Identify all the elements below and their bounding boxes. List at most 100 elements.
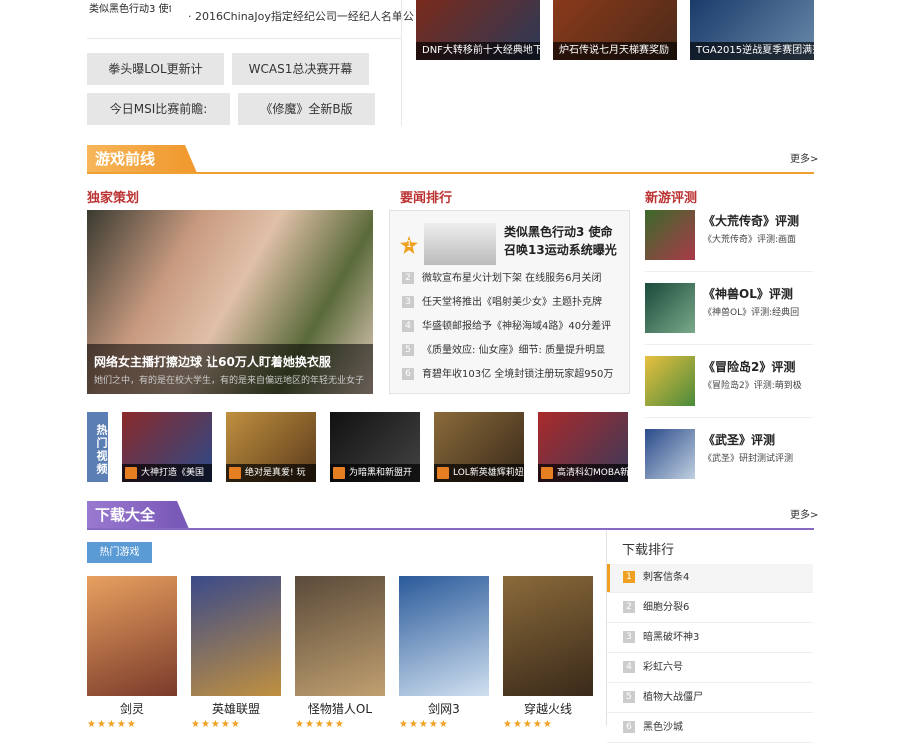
rank-number: 4 bbox=[402, 320, 414, 332]
video-thumb[interactable]: 高清科幻MOBA新 bbox=[538, 412, 628, 482]
video-caption: LOL新英雄辉莉妞 bbox=[453, 468, 524, 478]
game-name: 剑网3 bbox=[428, 702, 460, 716]
review-item[interactable]: 《武圣》评测 《武圣》研封测试评测 bbox=[645, 429, 813, 489]
list-item[interactable]: 5 植物大战僵尸 bbox=[607, 683, 813, 713]
rating-stars-icon: ★★★★★ bbox=[295, 719, 345, 730]
rank-number: 5 bbox=[623, 691, 635, 703]
top-thumb[interactable]: 类似黑色行动3 使命 bbox=[87, 0, 171, 20]
video-thumb[interactable]: 为暗黑和新盟开 bbox=[330, 412, 420, 482]
rank-number: 2 bbox=[623, 601, 635, 613]
bullet-news-link[interactable]: · 2016ChinaJoy指定经纪公司一经纪人名单公 bbox=[188, 8, 414, 24]
video-caption: 大神打造《美国 bbox=[141, 468, 205, 478]
news-rank-box: 1 类似黑色行动3 使命召唤13运动系统曝光 2 微软宣布星火计划下架 在线服务6… bbox=[389, 210, 630, 394]
divider bbox=[645, 271, 813, 272]
review-title: 《武圣》评测 bbox=[703, 433, 776, 447]
section-underline bbox=[87, 172, 814, 174]
banner-caption: DNF大转移前十大经典地下 bbox=[416, 42, 540, 60]
play-icon bbox=[333, 467, 345, 479]
download-link: 植物大战僵尸 bbox=[643, 692, 703, 703]
more-link[interactable]: 更多> bbox=[790, 506, 818, 521]
banner-image[interactable]: DNF大转移前十大经典地下 bbox=[416, 0, 540, 60]
video-thumb[interactable]: 大神打造《美国 bbox=[122, 412, 212, 482]
review-thumb bbox=[645, 356, 695, 406]
game-cover bbox=[191, 576, 281, 696]
section-title-bar: 游戏前线 bbox=[87, 145, 185, 173]
rating-stars-icon: ★★★★★ bbox=[87, 719, 137, 730]
tag-button[interactable]: 《修魔》全新B版 bbox=[238, 93, 375, 125]
tag-button[interactable]: WCAS1总决赛开幕 bbox=[232, 53, 369, 85]
download-link: 彩虹六号 bbox=[643, 662, 683, 673]
list-item[interactable]: 4 华盛顿邮报给予《神秘海域4路》40分差评 bbox=[402, 315, 627, 339]
list-item[interactable]: 5 《质量效应: 仙女座》细节: 质量提升明显 bbox=[402, 339, 627, 363]
banner-image[interactable]: TGA2015逆战夏季赛团满落 bbox=[690, 0, 814, 60]
new-review-label: 新游评测 bbox=[645, 191, 698, 206]
list-item[interactable]: 1 刺客信条4 bbox=[607, 563, 813, 593]
rating-stars-icon: ★★★★★ bbox=[503, 719, 553, 730]
banner-image[interactable]: 炉石传说七月天梯赛奖励 bbox=[553, 0, 677, 60]
tag-button[interactable]: 今日MSI比赛前瞻: bbox=[87, 93, 230, 125]
news-link: 微软宣布星火计划下架 在线服务6月关闭 bbox=[422, 273, 602, 284]
list-item[interactable]: 4 彩虹六号 bbox=[607, 653, 813, 683]
divider bbox=[645, 344, 813, 345]
download-rank-label: 下载排行 bbox=[622, 543, 675, 558]
rank-number: 6 bbox=[402, 368, 414, 380]
game-name: 剑灵 bbox=[119, 702, 144, 716]
news-top-title[interactable]: 类似黑色行动3 使命召唤13运动系统曝光 bbox=[504, 223, 624, 259]
game-card[interactable]: 剑网3 ★★★★★ bbox=[399, 576, 489, 730]
review-desc: 《冒险岛2》评测:萌到极 bbox=[703, 381, 802, 391]
game-card[interactable]: 穿越火线 ★★★★★ bbox=[503, 576, 593, 730]
more-link[interactable]: 更多> bbox=[790, 150, 818, 165]
news-link: 任天堂将推出《唱射美少女》主题扑克牌 bbox=[422, 297, 602, 308]
review-title: 《大荒传奇》评测 bbox=[703, 214, 800, 228]
review-item[interactable]: 《大荒传奇》评测 《大荒传奇》评测:画面 bbox=[645, 210, 813, 270]
title-decoration bbox=[185, 145, 197, 173]
tab-hot-games[interactable]: 热门游戏 bbox=[87, 542, 152, 563]
list-item[interactable]: 2 微软宣布星火计划下架 在线服务6月关闭 bbox=[402, 267, 627, 291]
divider bbox=[645, 417, 813, 418]
list-item[interactable]: 6 黑色沙城 bbox=[607, 713, 813, 743]
download-link: 黑色沙城 bbox=[643, 722, 683, 733]
review-desc: 《大荒传奇》评测:画面 bbox=[703, 235, 797, 245]
news-thumb[interactable] bbox=[424, 223, 496, 265]
video-thumb[interactable]: LOL新英雄辉莉妞 bbox=[434, 412, 524, 482]
news-rank-label: 要闻排行 bbox=[400, 191, 453, 206]
title-decoration bbox=[177, 501, 189, 529]
review-item[interactable]: 《冒险岛2》评测 《冒险岛2》评测:萌到极 bbox=[645, 356, 813, 416]
play-icon bbox=[437, 467, 449, 479]
review-item[interactable]: 《神兽OL》评测 《神兽OL》评测:经典回 bbox=[645, 283, 813, 343]
play-icon bbox=[125, 467, 137, 479]
list-item[interactable]: 3 暗黑破坏神3 bbox=[607, 623, 813, 653]
video-caption: 高清科幻MOBA新 bbox=[557, 468, 628, 478]
game-card[interactable]: 怪物猎人OL ★★★★★ bbox=[295, 576, 385, 730]
game-name: 怪物猎人OL bbox=[307, 702, 373, 716]
section-title-bar: 下载大全 bbox=[87, 501, 177, 529]
list-item[interactable]: 3 任天堂将推出《唱射美少女》主题扑克牌 bbox=[402, 291, 627, 315]
game-name: 穿越火线 bbox=[523, 702, 572, 716]
rank-number: 4 bbox=[623, 661, 635, 673]
section-underline bbox=[87, 528, 814, 530]
banner-caption: TGA2015逆战夏季赛团满落 bbox=[690, 42, 814, 60]
divider bbox=[401, 0, 402, 126]
list-item[interactable]: 2 细胞分裂6 bbox=[607, 593, 813, 623]
download-link: 细胞分裂6 bbox=[643, 602, 690, 613]
game-name: 英雄联盟 bbox=[211, 702, 260, 716]
play-icon bbox=[541, 467, 553, 479]
game-card[interactable]: 剑灵 ★★★★★ bbox=[87, 576, 177, 730]
list-item[interactable]: 6 育碧年收103亿 全境封锁注册玩家超950万 bbox=[402, 363, 627, 387]
section-title: 游戏前线 bbox=[95, 150, 156, 168]
rank-number: 6 bbox=[623, 721, 635, 733]
news-link: 华盛顿邮报给予《神秘海域4路》40分差评 bbox=[422, 321, 612, 332]
section-title: 下载大全 bbox=[95, 506, 156, 524]
review-title: 《冒险岛2》评测 bbox=[703, 360, 796, 374]
divider bbox=[87, 38, 401, 39]
exclusive-label: 独家策划 bbox=[87, 191, 140, 206]
exclusive-feature-image[interactable]: 网络女主播打擦边球 让60万人盯着她换衣服 她们之中，有的是在校大学生，有的是来… bbox=[87, 210, 373, 394]
exclusive-summary: 她们之中，有的是在校大学生，有的是来自偏远地区的年轻无业女子 bbox=[94, 376, 365, 386]
top-thumb-caption: 类似黑色行动3 使命 bbox=[87, 0, 171, 20]
video-thumb[interactable]: 绝对是真爱! 玩 bbox=[226, 412, 316, 482]
review-desc: 《武圣》研封测试评测 bbox=[703, 454, 794, 464]
tag-button[interactable]: 拳头曝LOL更新计 bbox=[87, 53, 224, 85]
game-card[interactable]: 英雄联盟 ★★★★★ bbox=[191, 576, 281, 730]
download-link: 刺客信条4 bbox=[643, 572, 690, 583]
rank-number: 3 bbox=[623, 631, 635, 643]
